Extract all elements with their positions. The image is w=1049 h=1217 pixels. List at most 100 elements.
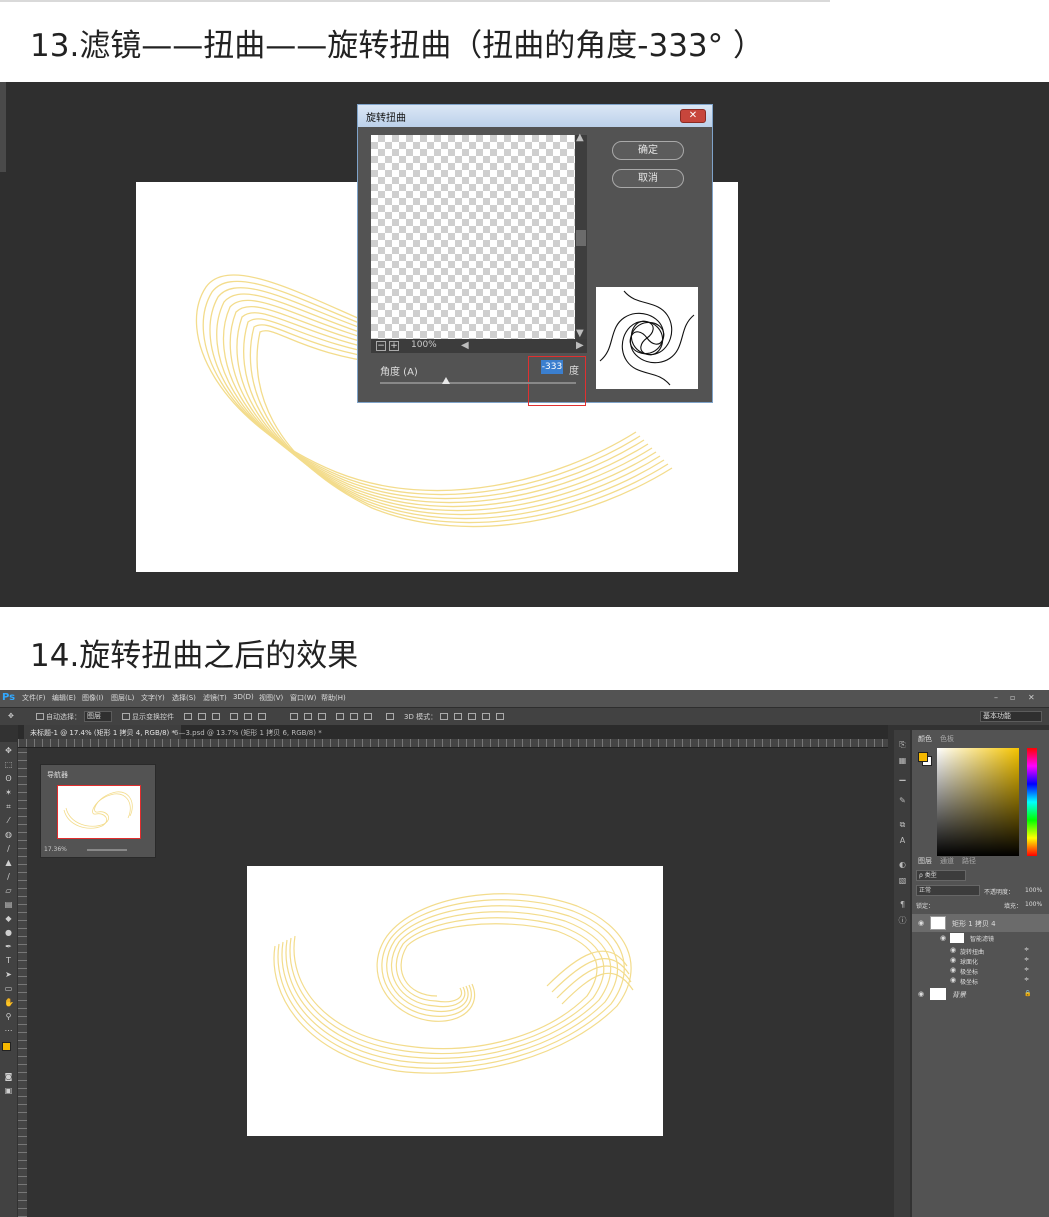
3d-roll-icon[interactable] (454, 713, 462, 720)
filter-options-icon[interactable]: ≑ (1024, 946, 1029, 953)
blur-icon[interactable]: ◆ (4, 914, 13, 923)
eye-icon[interactable]: ◉ (950, 946, 956, 954)
filter-row-twirl[interactable]: ◉ 旋转扭曲 ≑ (912, 945, 1049, 956)
hue-slider[interactable] (1027, 748, 1037, 856)
align-vcenter-icon[interactable] (198, 713, 206, 720)
history-panel-icon[interactable]: ⎘ (898, 740, 907, 749)
screen-mode-icon[interactable]: ▣ (4, 1086, 13, 1095)
healing-icon[interactable]: ◍ (4, 830, 13, 839)
filter-options-icon[interactable]: ≑ (1024, 966, 1029, 973)
eye-icon[interactable]: ◉ (950, 956, 956, 964)
filter-row-spherize[interactable]: ◉ 球面化 ≑ (912, 955, 1049, 966)
brush-icon[interactable]: ∕ (4, 844, 13, 853)
stamp-icon[interactable]: ▲ (4, 858, 13, 867)
filter-options-icon[interactable]: ≑ (1024, 956, 1029, 963)
color-swatches[interactable] (918, 752, 932, 766)
navigator-thumbnail[interactable] (57, 785, 141, 839)
angle-slider[interactable] (380, 382, 576, 384)
menu-select[interactable]: 选择(S) (172, 693, 196, 703)
tab-paths[interactable]: 路径 (962, 856, 976, 866)
quick-mask-icon[interactable]: ◙ (4, 1072, 13, 1081)
menu-type[interactable]: 文字(Y) (141, 693, 165, 703)
history-brush-icon[interactable]: ∕ (4, 872, 13, 881)
histogram-panel-icon[interactable]: ▁ (898, 772, 907, 781)
distribute-bottom-icon[interactable] (318, 713, 326, 720)
auto-select-checkbox[interactable] (36, 713, 44, 720)
navigator-zoom-slider[interactable] (87, 849, 127, 851)
align-hcenter-icon[interactable] (244, 713, 252, 720)
menu-image[interactable]: 图像(I) (82, 693, 104, 703)
properties-panel-icon[interactable]: ▦ (898, 756, 907, 765)
info-panel-icon[interactable]: ⓘ (898, 916, 907, 925)
zoom-icon[interactable]: ⚲ (4, 1012, 13, 1021)
hand-icon[interactable]: ✋ (4, 998, 14, 1007)
path-select-icon[interactable]: ➤ (4, 970, 13, 979)
distribute-left-icon[interactable] (336, 713, 344, 720)
distribute-right-icon[interactable] (364, 713, 372, 720)
menu-window[interactable]: 窗口(W) (290, 693, 316, 703)
align-bottom-icon[interactable] (212, 713, 220, 720)
scroll-up-icon[interactable]: ▲ (576, 133, 584, 143)
scrollbar-thumb[interactable] (576, 230, 586, 246)
ok-button[interactable]: 确定 (612, 141, 684, 160)
show-transform-checkbox[interactable] (122, 713, 130, 720)
adjustments-panel-icon[interactable]: ◐ (898, 860, 907, 869)
crop-icon[interactable]: ⌗ (4, 802, 13, 811)
eyedropper-icon[interactable]: ⁄ (4, 816, 13, 825)
tab-channels[interactable]: 通道 (940, 856, 954, 866)
marquee-icon[interactable]: ⬚ (4, 760, 13, 769)
3d-rotate-icon[interactable] (440, 713, 448, 720)
tab-6-3[interactable]: 6—3.psd @ 13.7% (矩形 1 拷贝 6, RGB/8) * (168, 725, 328, 739)
distribute-top-icon[interactable] (290, 713, 298, 720)
zoom-in-icon[interactable]: + (389, 341, 399, 351)
opacity-value[interactable]: 100% (1025, 887, 1042, 894)
smart-filters-row[interactable]: ◉ 智能滤镜 (912, 932, 1049, 944)
maximize-icon[interactable]: ▫ (1010, 693, 1015, 702)
clone-panel-icon[interactable]: ⧉ (898, 820, 907, 829)
color-picker-field[interactable] (937, 748, 1019, 856)
zoom-out-icon[interactable]: − (376, 341, 386, 351)
3d-scale-icon[interactable] (496, 713, 504, 720)
tab-untitled-1[interactable]: 未标题-1 @ 17.4% (矩形 1 拷贝 4, RGB/8) * (24, 725, 182, 739)
shape-icon[interactable]: ▭ (4, 984, 13, 993)
layer-row-background[interactable]: ◉ 背景 🔒 (912, 987, 1049, 1001)
3d-pan-icon[interactable] (468, 713, 476, 720)
cancel-button[interactable]: 取消 (612, 169, 684, 188)
menu-view[interactable]: 视图(V) (259, 693, 283, 703)
move-icon[interactable]: ✥ (4, 746, 13, 755)
filter-options-icon[interactable]: ≑ (1024, 976, 1029, 983)
scroll-right-icon[interactable]: ▶ (576, 341, 584, 351)
auto-align-icon[interactable] (386, 713, 394, 720)
fg-swatch[interactable] (918, 752, 928, 762)
workspace-dropdown[interactable]: 基本功能 (980, 711, 1042, 722)
brush-panel-icon[interactable]: ✎ (898, 796, 907, 805)
eraser-icon[interactable]: ▱ (4, 886, 13, 895)
menu-file[interactable]: 文件(F) (22, 693, 46, 703)
angle-slider-thumb[interactable] (442, 377, 450, 384)
align-left-icon[interactable] (230, 713, 238, 720)
magic-wand-icon[interactable]: ✶ (4, 788, 13, 797)
foreground-color-swatch[interactable] (2, 1042, 11, 1051)
layer-row-smart[interactable]: ◉ 矩形 1 拷贝 4 (912, 914, 1049, 932)
eye-icon[interactable]: ◉ (918, 919, 924, 927)
dialog-titlebar[interactable]: 旋转扭曲 ✕ (358, 105, 712, 127)
styles-panel-icon[interactable]: ▧ (898, 876, 907, 885)
preview-vertical-scrollbar[interactable] (575, 135, 587, 339)
filter-row-polar-2[interactable]: ◉ 极坐标 ≑ (912, 975, 1049, 986)
eye-icon[interactable]: ◉ (950, 966, 956, 974)
fill-value[interactable]: 100% (1025, 901, 1042, 908)
scroll-left-icon[interactable]: ◀ (461, 341, 469, 351)
pen-icon[interactable]: ✒ (4, 942, 13, 951)
eye-icon[interactable]: ◉ (950, 976, 956, 984)
eye-icon[interactable]: ◉ (940, 934, 946, 942)
scroll-down-icon[interactable]: ▼ (576, 329, 584, 339)
more-tools-icon[interactable]: ⋯ (4, 1026, 13, 1035)
align-right-icon[interactable] (258, 713, 266, 720)
preview-canvas[interactable] (371, 135, 575, 339)
align-top-icon[interactable] (184, 713, 192, 720)
filter-row-polar-1[interactable]: ◉ 极坐标 ≑ (912, 965, 1049, 976)
layer-filter-dropdown[interactable]: ρ 类型 (916, 870, 966, 881)
menu-filter[interactable]: 滤镜(T) (203, 693, 227, 703)
type-icon[interactable]: T (4, 956, 13, 965)
menu-3d[interactable]: 3D(D) (233, 693, 254, 701)
